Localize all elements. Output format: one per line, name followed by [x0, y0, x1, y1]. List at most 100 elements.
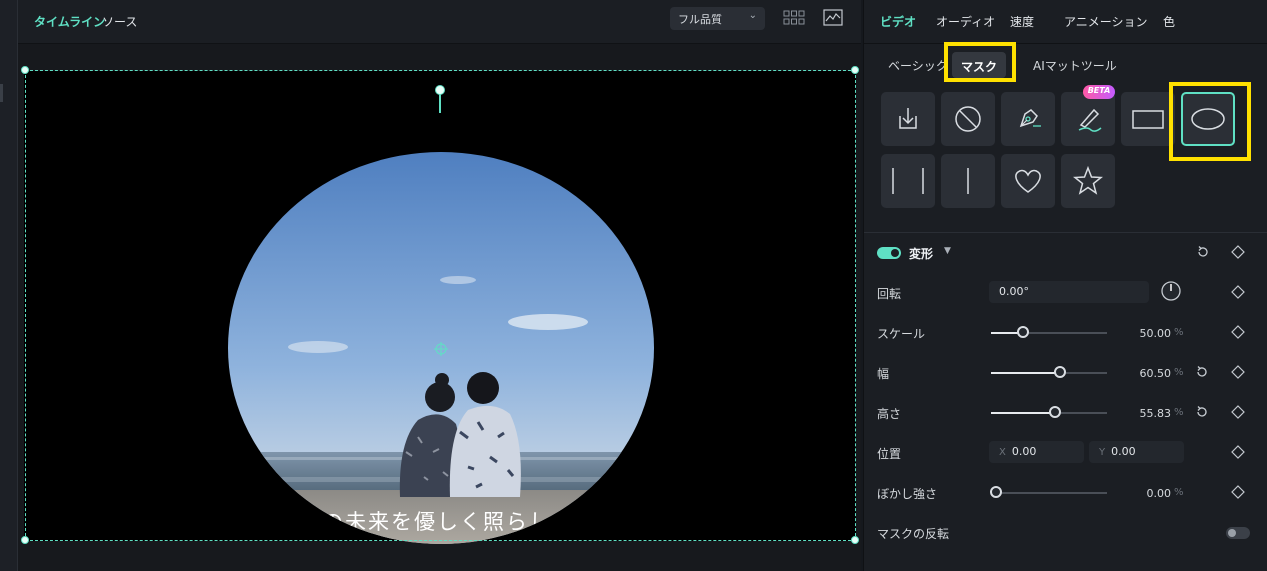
scale-slider-thumb[interactable] [1017, 326, 1029, 338]
editor-window: タイムライン ソース フル品質 ⌄ の未来を優しく照らし ビデオ オーディオ 速… [0, 0, 1267, 571]
blur-slider[interactable] [991, 492, 1107, 494]
keyframe-diamond-icon[interactable] [1231, 445, 1245, 459]
subtab-ai-matte[interactable]: AIマットツール [1033, 57, 1117, 74]
resize-handle-bottom-left[interactable] [21, 536, 29, 544]
scale-value[interactable]: 50.00 [1111, 327, 1172, 340]
caret-down-icon[interactable]: ▼ [944, 246, 951, 256]
star-icon [1072, 165, 1104, 195]
scale-slider[interactable] [991, 332, 1107, 334]
tab-timeline[interactable]: タイムライン [34, 13, 105, 30]
section-title-transform: 変形 [909, 247, 934, 261]
keyframe-diamond-icon[interactable] [1231, 405, 1245, 419]
transform-toggle[interactable] [877, 247, 901, 259]
import-mask-button[interactable] [881, 92, 935, 146]
rotation-row: 回転 0.00° [864, 278, 1267, 308]
blur-value[interactable]: 0.00 [1111, 487, 1172, 500]
scale-unit: % [1174, 327, 1184, 338]
height-label: 高さ [877, 407, 902, 421]
rotation-label: 回転 [877, 287, 902, 301]
width-slider-thumb[interactable] [1054, 366, 1066, 378]
heart-icon [1015, 169, 1041, 193]
invert-mask-label: マスクの反転 [877, 527, 950, 541]
x-axis-label: X [999, 447, 1006, 458]
width-row: 幅 60.50 % [864, 358, 1267, 388]
rotation-dial-icon[interactable] [1160, 280, 1182, 302]
width-slider[interactable] [991, 372, 1107, 374]
pen-icon [1019, 109, 1041, 128]
rectangle-icon [1132, 110, 1164, 129]
resize-handle-top-left[interactable] [21, 66, 29, 74]
grid-view-icon[interactable] [783, 10, 805, 26]
preview-toolbar: タイムライン ソース フル品質 ⌄ [18, 0, 861, 44]
highlight-mask-tab [944, 42, 1016, 82]
highlight-ellipse-button [1169, 82, 1251, 161]
heart-mask-button[interactable] [1001, 154, 1055, 208]
position-y-input[interactable]: Y 0.00 [1089, 441, 1184, 463]
keyframe-diamond-icon[interactable] [1231, 485, 1245, 499]
reset-icon[interactable] [1196, 245, 1210, 259]
position-y-value: 0.00 [1111, 445, 1136, 458]
blur-unit: % [1174, 487, 1184, 498]
double-line-mask-button[interactable] [881, 154, 935, 208]
keyframe-diamond-icon[interactable] [1231, 325, 1245, 339]
resize-handle-bottom-right[interactable] [851, 536, 859, 544]
pen-mask-button[interactable] [1001, 92, 1055, 146]
invert-mask-row: マスクの反転 [864, 518, 1267, 548]
brush-mask-button[interactable] [1061, 92, 1115, 146]
section-divider [864, 232, 1267, 233]
double-line-icon [892, 168, 924, 194]
width-label: 幅 [877, 367, 890, 381]
position-x-input[interactable]: X 0.00 [989, 441, 1084, 463]
rotation-input[interactable]: 0.00° [989, 281, 1149, 303]
blur-slider-thumb[interactable] [990, 486, 1002, 498]
mask-selection-box[interactable] [25, 70, 856, 541]
single-line-icon [967, 168, 969, 194]
quality-value: フル品質 [678, 13, 722, 26]
resize-handle-top-right[interactable] [851, 66, 859, 74]
preview-panel: タイムライン ソース フル品質 ⌄ の未来を優しく照らし [18, 0, 861, 571]
tab-speed[interactable]: 速度 [1010, 13, 1034, 30]
blur-row: ぼかし強さ 0.00 % [864, 478, 1267, 508]
no-mask-button[interactable] [941, 92, 995, 146]
height-slider-thumb[interactable] [1049, 406, 1061, 418]
keyframe-diamond-icon[interactable] [1231, 245, 1245, 259]
tab-video[interactable]: ビデオ [880, 13, 916, 30]
waveform-monitor-icon[interactable] [823, 9, 843, 26]
tab-audio[interactable]: オーディオ [936, 13, 995, 30]
reset-icon[interactable] [1195, 365, 1209, 379]
width-unit: % [1174, 367, 1184, 378]
keyframe-diamond-icon[interactable] [1231, 365, 1245, 379]
chevron-down-icon: ⌄ [748, 10, 757, 21]
position-row: 位置 X 0.00 Y 0.00 [864, 438, 1267, 468]
left-edge-panel [0, 0, 18, 571]
position-label: 位置 [877, 447, 902, 461]
none-icon [955, 106, 981, 132]
properties-panel: ビデオ オーディオ 速度 アニメーション 色 ベーシック マスク AIマットツー… [863, 0, 1267, 571]
tab-source[interactable]: ソース [102, 13, 137, 30]
blur-label: ぼかし強さ [877, 487, 938, 501]
tab-animation[interactable]: アニメーション [1064, 13, 1148, 30]
keyframe-diamond-icon[interactable] [1231, 285, 1245, 299]
width-value[interactable]: 60.50 [1111, 367, 1172, 380]
quality-select[interactable]: フル品質 ⌄ [670, 7, 765, 30]
y-axis-label: Y [1099, 447, 1106, 458]
position-x-value: 0.00 [1011, 445, 1037, 458]
height-row: 高さ 55.83 % [864, 398, 1267, 428]
rectangle-mask-button[interactable] [1121, 92, 1175, 146]
video-subtabs: ベーシック マスク AIマットツール [864, 44, 1267, 84]
brush-icon [1078, 108, 1102, 132]
single-line-mask-button[interactable] [941, 154, 995, 208]
subtab-basic[interactable]: ベーシック [888, 57, 948, 74]
reset-icon[interactable] [1195, 405, 1209, 419]
scale-row: スケール 50.00 % [864, 318, 1267, 348]
scale-label: スケール [877, 327, 926, 341]
star-mask-button[interactable] [1061, 154, 1115, 208]
invert-mask-toggle[interactable] [1226, 527, 1250, 539]
beta-badge: BETA [1083, 85, 1115, 99]
height-unit: % [1174, 407, 1184, 418]
height-value[interactable]: 55.83 [1111, 407, 1172, 420]
import-icon [899, 108, 917, 129]
panel-notch[interactable] [0, 84, 3, 102]
tab-color[interactable]: 色 [1163, 13, 1175, 30]
property-tabs: ビデオ オーディオ 速度 アニメーション 色 [864, 0, 1267, 44]
